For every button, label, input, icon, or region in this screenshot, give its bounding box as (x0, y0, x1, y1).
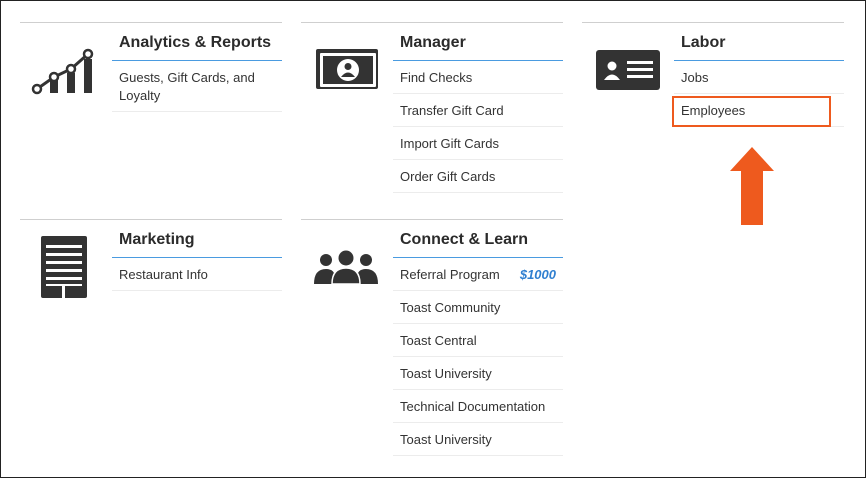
section-marketing: Marketing Restaurant Info (20, 219, 282, 298)
section-analytics: Analytics & Reports Guests, Gift Cards, … (20, 22, 282, 112)
section-manager: Manager Find Checks Transfer Gift Card I… (301, 22, 563, 193)
menu-item-guests-gift-cards-loyalty[interactable]: Guests, Gift Cards, and Loyalty (112, 61, 282, 112)
trend-chart-icon (31, 45, 99, 100)
page-frame: Analytics & Reports Guests, Gift Cards, … (0, 0, 866, 478)
arrow-up-icon (728, 145, 776, 232)
section-title-analytics: Analytics & Reports (112, 23, 282, 61)
menu-item-referral-program[interactable]: Referral Program $1000 (393, 258, 563, 291)
menu-item-employees[interactable]: Employees (674, 94, 844, 127)
menu-item-toast-central[interactable]: Toast Central (393, 324, 563, 357)
section-title-manager: Manager (393, 23, 563, 61)
menu-item-technical-documentation[interactable]: Technical Documentation (393, 390, 563, 423)
referral-program-label: Referral Program (400, 267, 500, 282)
section-title-marketing: Marketing (112, 220, 282, 258)
people-group-icon (313, 250, 379, 291)
cash-bill-icon (314, 45, 382, 98)
id-card-icon (595, 48, 661, 97)
section-title-connect-learn: Connect & Learn (393, 220, 563, 258)
menu-item-find-checks[interactable]: Find Checks (393, 61, 563, 94)
menu-item-toast-university-2[interactable]: Toast University (393, 423, 563, 456)
menu-item-jobs[interactable]: Jobs (674, 61, 844, 94)
menu-item-order-gift-cards[interactable]: Order Gift Cards (393, 160, 563, 193)
section-title-labor: Labor (674, 23, 844, 61)
section-labor: Labor Jobs Employees (582, 22, 844, 127)
menu-item-restaurant-info[interactable]: Restaurant Info (112, 258, 282, 291)
building-icon (40, 236, 90, 303)
section-connect-learn: Connect & Learn Referral Program $1000 T… (301, 219, 563, 456)
menu-item-transfer-gift-card[interactable]: Transfer Gift Card (393, 94, 563, 127)
referral-bonus-badge: $1000 (519, 267, 556, 282)
menu-item-import-gift-cards[interactable]: Import Gift Cards (393, 127, 563, 160)
menu-item-toast-university[interactable]: Toast University (393, 357, 563, 390)
menu-item-toast-community[interactable]: Toast Community (393, 291, 563, 324)
